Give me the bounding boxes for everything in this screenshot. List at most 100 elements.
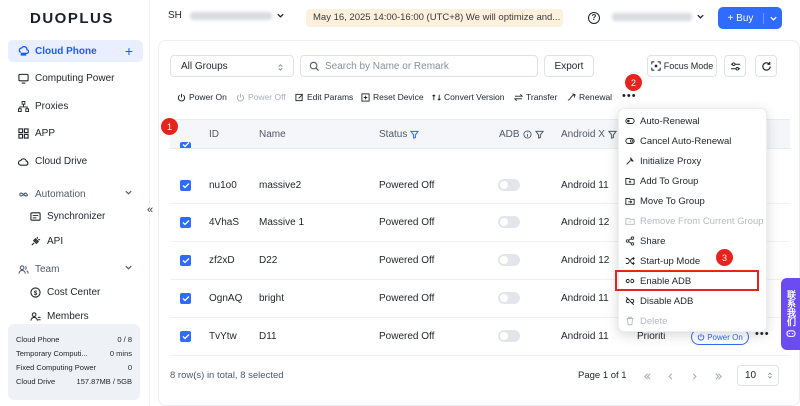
maintenance-notice[interactable]: May 16, 2025 14:00-16:00 (UTC+8) We will… [306, 9, 563, 27]
group-select[interactable]: All Groups [170, 55, 294, 77]
sidebar-item-cloud-drive[interactable]: Cloud Drive [8, 150, 143, 172]
row-checkbox[interactable] [180, 217, 191, 228]
menu-item-initialize-proxy[interactable]: Initialize Proxy [625, 152, 701, 170]
sidebar-item-cost-center[interactable]: $ Cost Center [8, 281, 143, 303]
column-header-adb[interactable]: ADB [499, 129, 544, 140]
adb-toggle[interactable] [498, 292, 520, 304]
menu-item-auto-renewal[interactable]: Auto-Renewal [625, 112, 700, 130]
edit-params-label: Edit Params [307, 92, 354, 102]
chevron-down-icon [125, 265, 132, 270]
chevron-down-icon [125, 190, 132, 195]
filter-icon[interactable] [534, 130, 544, 139]
first-page-button[interactable] [637, 366, 657, 386]
column-header-name[interactable]: Name [259, 129, 286, 140]
convert-version-label: Convert Version [444, 92, 505, 102]
search-placeholder: Search by Name or Remark [325, 60, 449, 72]
menu-item-share[interactable]: Share [625, 232, 665, 250]
reset-device-button[interactable]: Reset Device [361, 91, 424, 103]
power-off-label: Power Off [248, 92, 286, 102]
column-header-status[interactable]: Status [379, 129, 420, 140]
logo[interactable]: DUOPLUS [30, 10, 114, 27]
contact-us-tab[interactable]: 联系我们 [781, 278, 800, 350]
plug-icon [31, 236, 41, 246]
export-button[interactable]: Export [544, 55, 594, 77]
sidebar-item-computing-power[interactable]: Computing Power [8, 67, 143, 89]
sidebar-item-api[interactable]: API [8, 230, 143, 252]
next-page-button[interactable] [684, 366, 704, 386]
last-page-button[interactable] [708, 366, 728, 386]
row-android: Android 12 [561, 217, 610, 228]
add-cloud-phone-icon[interactable]: + [125, 43, 133, 59]
menu-item-label: Initialize Proxy [640, 155, 702, 167]
info-icon[interactable] [523, 130, 532, 139]
prev-page-button[interactable] [660, 366, 680, 386]
menu-item-remove-from-group[interactable]: Remove From Current Group [625, 212, 764, 230]
menu-item-label: Remove From Current Group [640, 215, 764, 227]
menu-item-cancel-auto-renewal[interactable]: Cancel Auto-Renewal [625, 132, 731, 150]
row-checkbox[interactable] [180, 293, 191, 304]
row-checkbox[interactable] [180, 255, 191, 266]
sidebar-item-synchronizer[interactable]: Synchronizer [8, 205, 143, 227]
column-label: ID [209, 129, 219, 140]
edit-params-button[interactable]: Edit Params [295, 91, 353, 103]
more-actions-button[interactable]: ••• [622, 91, 637, 102]
row-status: Powered Off [379, 180, 435, 191]
menu-item-move-to-group[interactable]: Move To Group [625, 192, 705, 210]
menu-item-add-to-group[interactable]: Add To Group [625, 172, 698, 190]
row-status: Powered Off [379, 255, 435, 266]
renewal-label: Renewal [579, 92, 613, 102]
focus-mode-button[interactable]: Focus Mode [647, 55, 717, 77]
power-off-button[interactable]: Power Off [236, 91, 286, 103]
sidebar-group-team[interactable]: Team [8, 258, 143, 280]
row-checkbox[interactable] [180, 180, 191, 191]
sidebar-item-cloud-phone[interactable]: Cloud Phone + [8, 40, 143, 62]
adb-toggle[interactable] [498, 216, 520, 228]
page-size-select[interactable]: 10 [737, 365, 779, 386]
search-input[interactable]: Search by Name or Remark [300, 55, 538, 77]
power-icon [177, 93, 186, 101]
check-icon [182, 257, 189, 263]
row-checkbox[interactable] [180, 331, 191, 342]
shuffle-icon [625, 256, 635, 266]
stat-value: 0 / 8 [117, 334, 132, 344]
column-settings-button[interactable] [724, 55, 746, 77]
app-grid-icon [18, 127, 29, 139]
filter-icon[interactable] [410, 130, 420, 139]
power-on-button[interactable]: Power On [177, 91, 227, 103]
check-icon [182, 142, 189, 148]
menu-item-delete[interactable]: Delete [625, 312, 667, 330]
sidebar-item-label: Members [47, 310, 89, 322]
page-size-value: 10 [745, 370, 757, 381]
menu-item-disable-adb[interactable]: Disable ADB [625, 292, 693, 310]
sidebar-group-automation[interactable]: Automation [8, 183, 143, 205]
collapse-sidebar-button[interactable]: « [144, 204, 156, 218]
column-label: Status [379, 129, 408, 140]
sidebar-item-app[interactable]: APP [8, 122, 143, 144]
select-all-checkbox[interactable] [180, 142, 191, 148]
menu-item-startup-mode[interactable]: Start-up Mode [625, 252, 700, 270]
buy-button[interactable]: + Buy [718, 7, 782, 29]
help-icon[interactable]: ? [588, 12, 600, 24]
power-icon [236, 93, 245, 101]
transfer-button[interactable]: Transfer [514, 91, 557, 103]
infinity-icon [19, 192, 28, 196]
convert-version-button[interactable]: Convert Version [432, 91, 504, 103]
adb-toggle[interactable] [498, 179, 520, 191]
menu-item-label: Cancel Auto-Renewal [640, 135, 732, 147]
adb-toggle[interactable] [498, 330, 520, 342]
adb-toggle[interactable] [498, 254, 520, 266]
chevron-down-icon [697, 14, 704, 19]
account-switcher[interactable]: SH [168, 10, 285, 21]
filter-icon[interactable] [607, 130, 617, 139]
menu-item-label: Disable ADB [640, 295, 694, 307]
buy-label[interactable]: + Buy [718, 12, 764, 24]
renewal-button[interactable]: Renewal [567, 91, 612, 103]
sidebar-item-proxies[interactable]: Proxies [8, 95, 143, 117]
column-header-android[interactable]: Android X [561, 129, 617, 140]
column-header-id[interactable]: ID [209, 129, 219, 140]
refresh-button[interactable] [755, 55, 777, 77]
buy-dropdown-button[interactable] [764, 14, 782, 23]
user-menu[interactable] [612, 12, 705, 21]
power-on-label: Power On [707, 332, 743, 342]
more-actions-menu: Auto-Renewal Cancel Auto-Renewal Initial… [618, 108, 767, 332]
